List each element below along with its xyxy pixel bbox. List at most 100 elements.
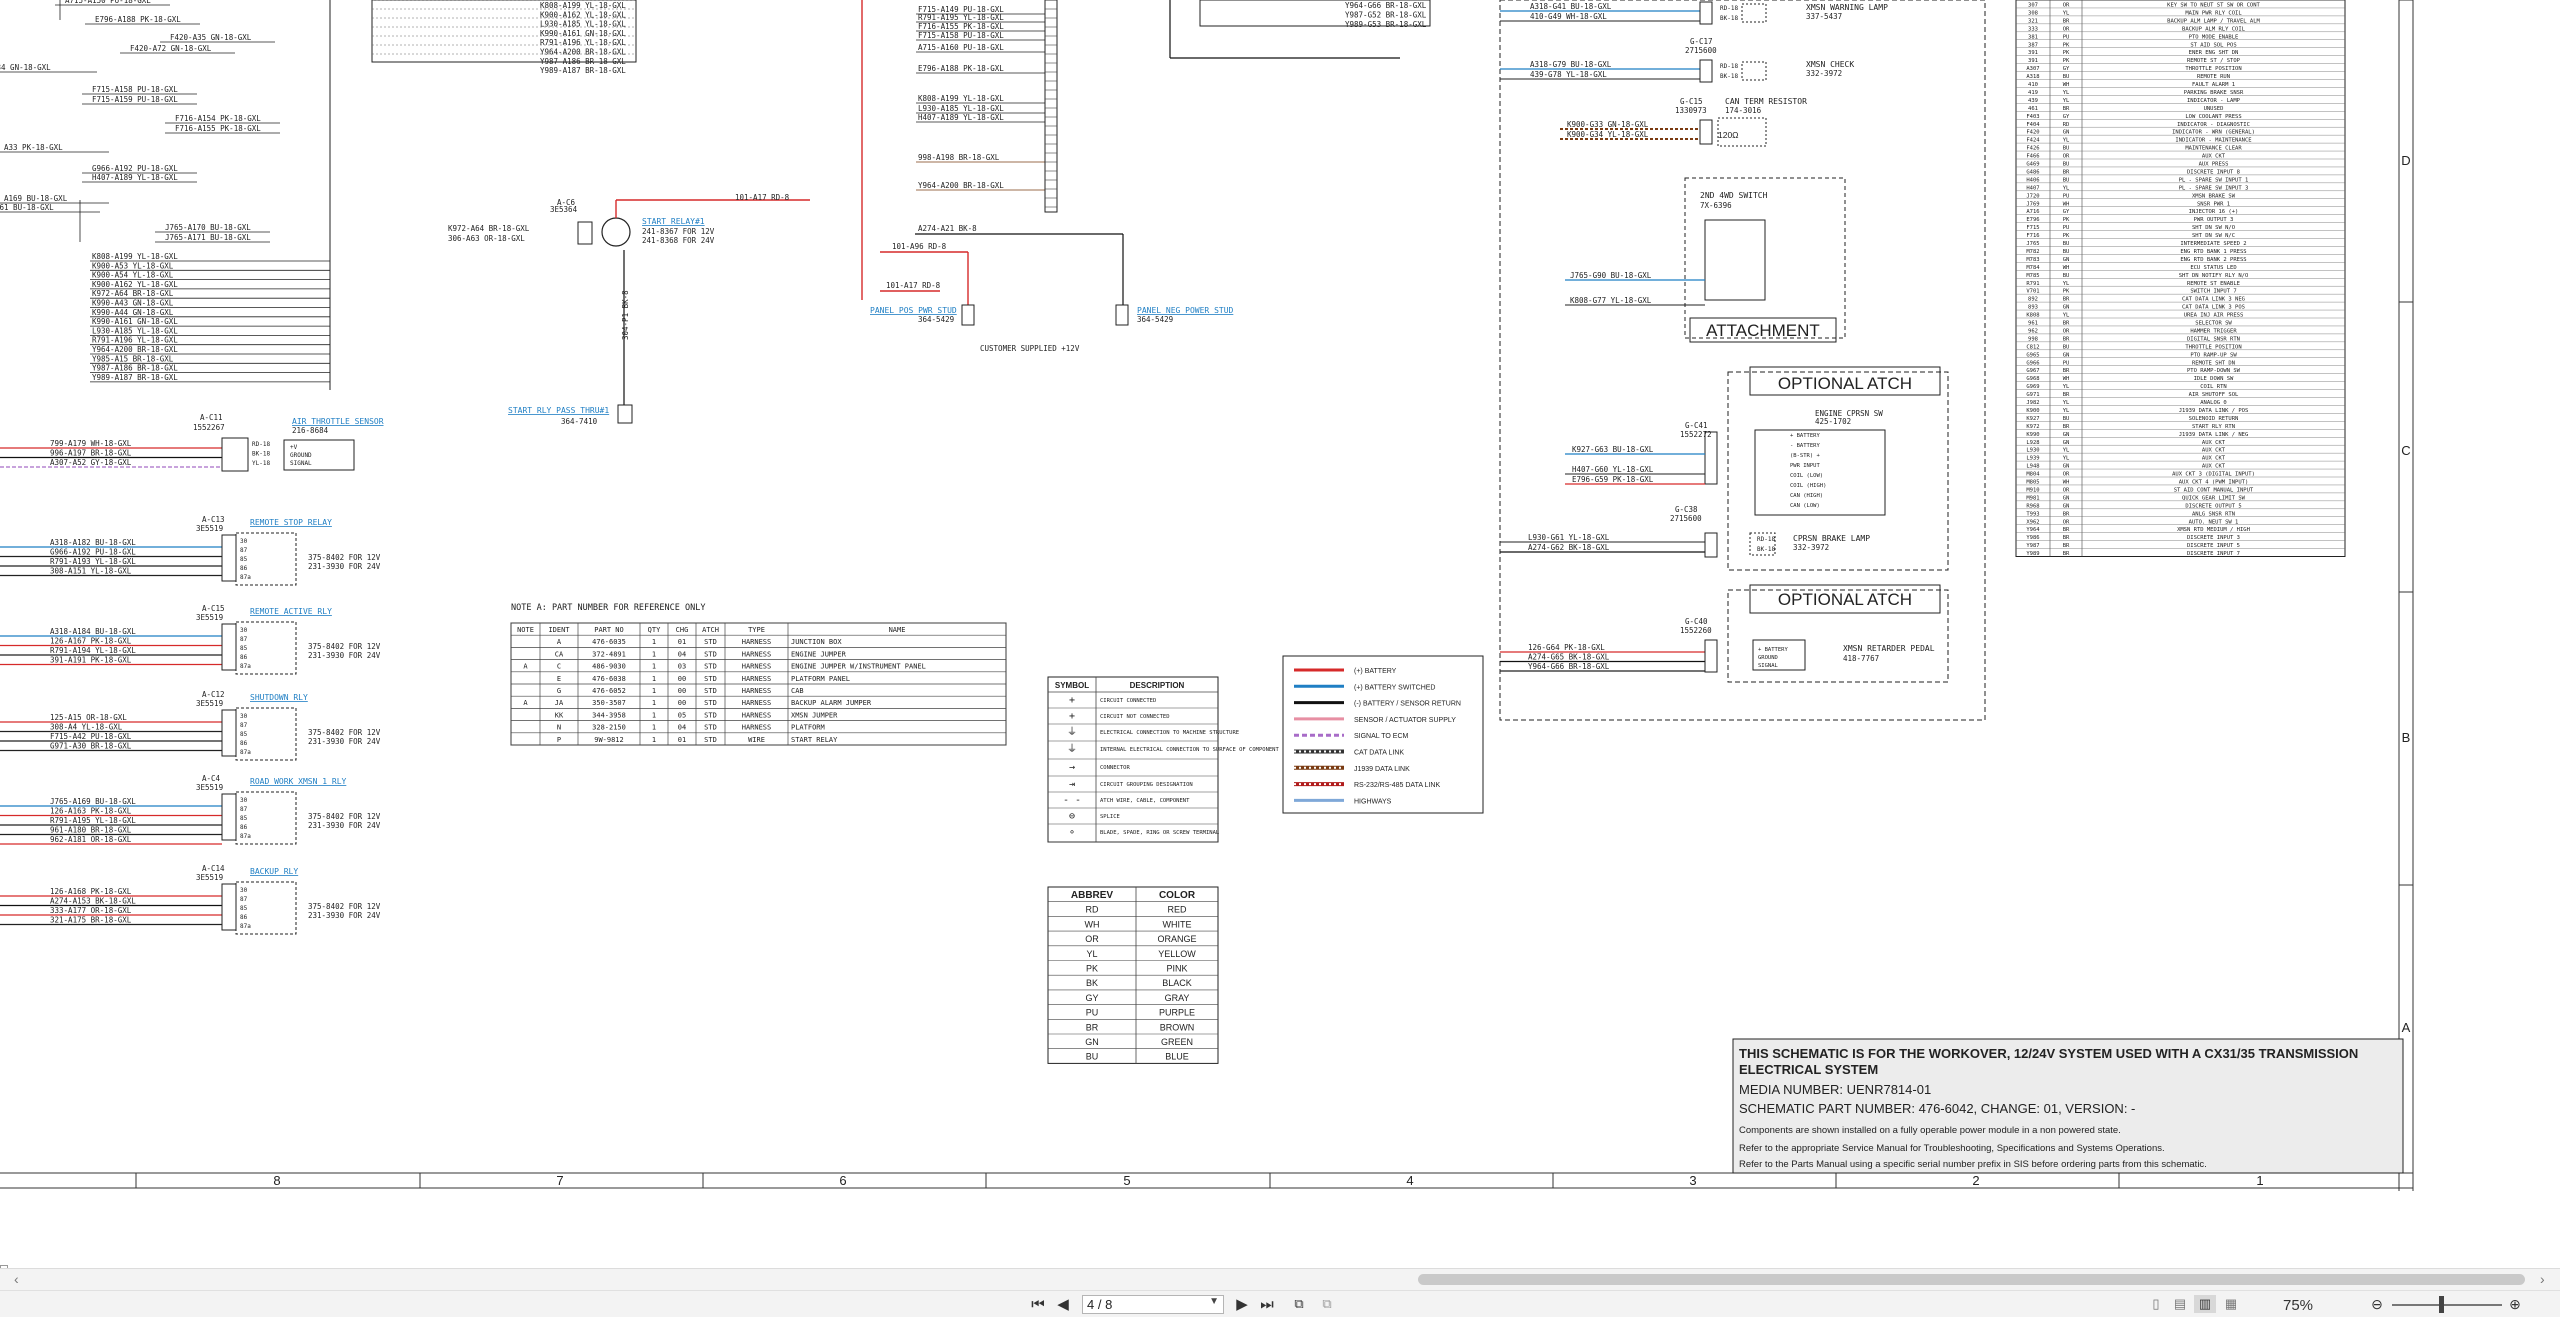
wire-color: PK: [2063, 42, 2070, 48]
two-page-view-icon[interactable]: ▥: [2194, 1295, 2216, 1313]
horizontal-scrollbar[interactable]: ‹ ›: [0, 1268, 2560, 1290]
wire-description: XMSN RTD MEDIUM / HIGH: [2177, 527, 2250, 533]
wire-number: M785: [2026, 273, 2039, 279]
column-number: 8: [273, 1173, 280, 1188]
wire-number: 893: [2028, 305, 2038, 311]
scrollbar-thumb[interactable]: [1418, 1274, 2525, 1285]
scroll-left-icon[interactable]: ‹: [14, 1271, 19, 1287]
relay-part-24v: 231-3930 FOR 24V: [308, 737, 381, 746]
previous-page-icon[interactable]: ◀: [1053, 1295, 1073, 1313]
wire-label: K990-A44 GN-18-GXL: [92, 308, 174, 317]
next-page-icon[interactable]: ▶: [1232, 1295, 1252, 1313]
column-number: 5: [1123, 1173, 1130, 1188]
zoom-out-icon[interactable]: ⊖: [2367, 1295, 2387, 1313]
wire-number: F715: [2026, 225, 2039, 231]
relay-part-12v: 375-8402 FOR 12V: [308, 642, 381, 651]
document-viewport[interactable]: 8 7 6 5 4 3 2 1 D C B A A715-A150 PU-18-GXL E796-A188…: [0, 0, 2560, 1265]
color-abbrev: BU: [1086, 1052, 1099, 1062]
wire-number: R968: [2026, 503, 2039, 509]
wire-number: A307: [2026, 66, 2039, 72]
wire-number: J720: [2026, 193, 2039, 199]
component-part: 337-5437: [1806, 12, 1842, 21]
table-header: SYMBOL: [1055, 681, 1089, 690]
wire-label: Y989-A187 BR-18-GXL: [540, 66, 626, 75]
wire-description: ANALOG 0: [2200, 400, 2227, 406]
wire-color: WH: [2063, 265, 2070, 271]
zoom-slider-track[interactable]: [2392, 1304, 2502, 1306]
wire-label: A33 PK-18-GXL: [4, 143, 63, 152]
relay-part-12v: 375-8402 FOR 12V: [308, 728, 381, 737]
symbol-description: CIRCUIT CONNECTED: [1100, 698, 1156, 704]
table-header: CHG: [676, 626, 689, 634]
wire-description: XMSN BRAKE SW: [2192, 193, 2236, 199]
wire-label: 961-A180 BR-18-GXL: [50, 826, 132, 835]
component-label: XMSN RETARDER PEDAL: [1843, 644, 1935, 653]
wire-description: THROTTLE POSITION: [2185, 344, 2241, 350]
wire-description: KEY SW TO NEUT ST SW OR CONT: [2167, 3, 2260, 9]
table-cell: STD: [704, 687, 717, 695]
zoom-level[interactable]: 75%: [2283, 1297, 2313, 1314]
wire-label: 101-A96 RD-8: [892, 242, 947, 251]
table-cell: 00: [678, 687, 686, 695]
wire-label: 308-A151 YL-18-GXL: [50, 567, 132, 576]
color-name: PINK: [1166, 964, 1187, 974]
two-page-continuous-icon[interactable]: ▦: [2220, 1295, 2242, 1313]
wire-label: G971-A30 BR-18-GXL: [50, 742, 132, 751]
wire-label: H407-A189 YL-18-GXL: [92, 173, 178, 182]
wire-label: 799-A179 WH-18-GXL: [50, 439, 132, 448]
wire-color: GN: [2063, 305, 2070, 311]
wire-number: F424: [2026, 138, 2040, 144]
wire-number: 892: [2028, 297, 2038, 303]
wire-number: M782: [2026, 249, 2039, 255]
pin-label: 87: [240, 722, 248, 729]
zoom-in-icon[interactable]: ⊕: [2505, 1295, 2525, 1313]
table-cell: 1: [652, 699, 656, 707]
wire-label: A169 BU-18-GXL: [4, 194, 68, 203]
component-id: A-C11: [200, 413, 223, 422]
wire-label: L930-A185 YL-18-GXL: [918, 104, 1004, 113]
wire-number: R791: [2026, 281, 2039, 287]
go-back-view-icon[interactable]: ⧉: [1288, 1295, 1310, 1313]
chevron-down-icon[interactable]: ▼: [1209, 1296, 1219, 1307]
scroll-right-icon[interactable]: ›: [2540, 1271, 2545, 1287]
wire-number: 410: [2028, 82, 2038, 88]
continuous-view-icon[interactable]: ▤: [2170, 1295, 2190, 1313]
wire-description: J1939 DATA LINK / POS: [2179, 408, 2249, 414]
first-page-icon[interactable]: ⏮: [1028, 1295, 1048, 1313]
wire-number: M804: [2026, 472, 2040, 478]
wire-number: K972: [2026, 424, 2039, 430]
start-relay-coil: [601, 217, 631, 247]
wire-description: UREA INJ AIR PRESS: [2184, 313, 2244, 319]
wire-description: PTO RAMP-DOWN SW: [2187, 368, 2241, 374]
wire-number: 391: [2028, 50, 2038, 56]
zoom-slider-knob[interactable]: [2439, 1296, 2444, 1313]
optional-atch-title: OPTIONAL ATCH: [1778, 374, 1912, 393]
pin-label: 87a: [240, 923, 251, 930]
wire-number: 391: [2028, 58, 2038, 64]
go-forward-view-icon[interactable]: ⧉: [1316, 1295, 1338, 1313]
page-number-field[interactable]: 4 / 8 ▼: [1082, 1295, 1224, 1314]
component-part: 1552260: [1680, 626, 1712, 635]
single-page-view-icon[interactable]: ▯: [2146, 1295, 2166, 1313]
component-part: 364-5429: [918, 315, 954, 324]
page-number-value: 4 / 8: [1087, 1297, 1113, 1312]
pin-label: 85: [240, 645, 248, 652]
wire-color: PU: [2063, 225, 2070, 231]
wire-color: YL: [2063, 456, 2070, 462]
last-page-icon[interactable]: ⏭: [1256, 1295, 1278, 1313]
wire-description: PL - SPARE SW INPUT 1: [2179, 177, 2249, 183]
wire-description: PWR OUTPUT 3: [2194, 217, 2234, 223]
pin-label: 86: [240, 654, 248, 661]
wire-label: 101-A17 RD-8: [886, 281, 941, 290]
wire-number: G969: [2026, 384, 2039, 390]
wire-description: PTO RAMP-UP SW: [2190, 352, 2237, 358]
wire-number: M981: [2026, 495, 2039, 501]
color-abbrev: BR: [1086, 1022, 1099, 1032]
table-cell: STD: [704, 675, 717, 683]
column-number: 4: [1406, 1173, 1413, 1188]
symbol-glyph: - -: [1063, 795, 1081, 806]
wire-label: A318-G79 BU-18-GXL: [1530, 60, 1612, 69]
wire-label: K900-A53 YL-18-GXL: [92, 261, 174, 270]
pin-label: 30: [240, 797, 248, 804]
wire-description: AUX CKT: [2202, 456, 2226, 462]
